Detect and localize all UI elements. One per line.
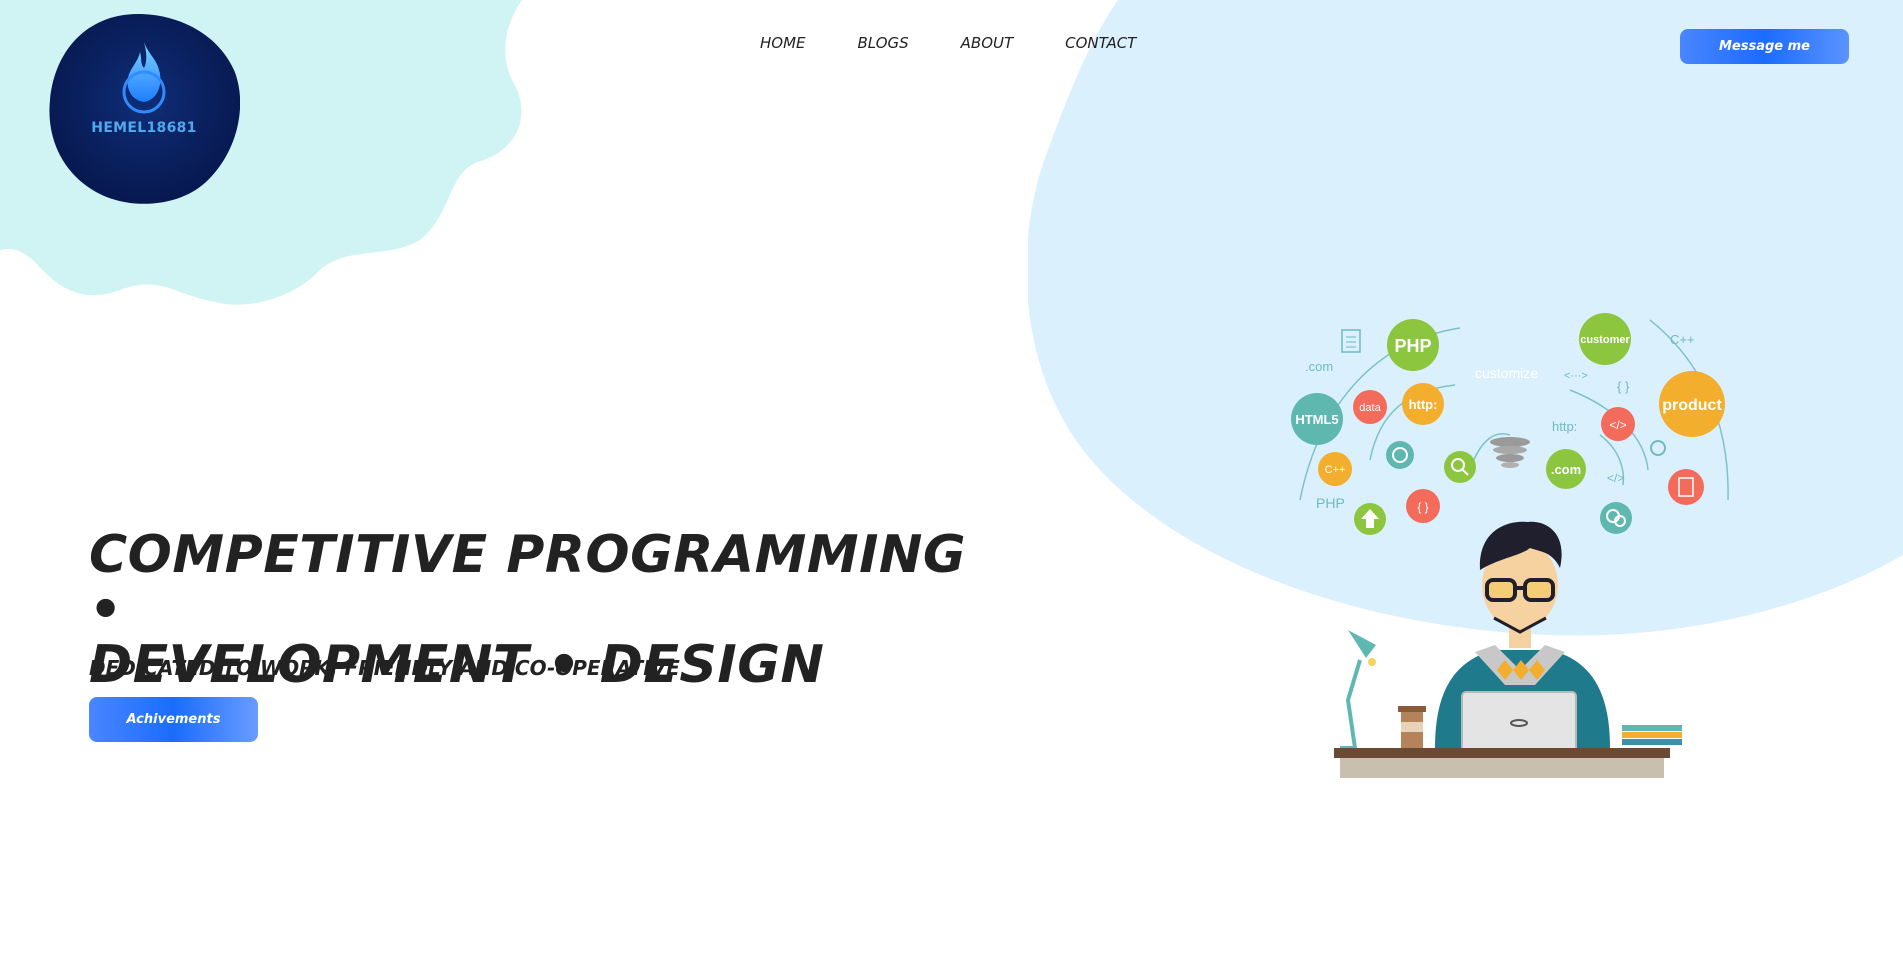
desk-front: [1340, 758, 1664, 778]
http-bubble-label: http:: [1409, 397, 1438, 412]
customer-bubble-label: customer: [1580, 334, 1630, 346]
developer-illustration: PHP customer C++ .com customize <···> { …: [1291, 313, 1729, 778]
http-text: http:: [1552, 419, 1577, 434]
cpp-bubble-label: C++: [1325, 464, 1346, 476]
coffee-cup-icon: [1398, 706, 1426, 748]
document-icon: [1341, 329, 1361, 353]
php-bubble-label: PHP: [1394, 336, 1431, 356]
php-text: PHP: [1316, 495, 1345, 511]
message-me-button[interactable]: Message me: [1680, 29, 1849, 64]
hero-title-line-1: COMPETITIVE PROGRAMMING •: [89, 525, 967, 640]
code-bubble-label: </>: [1609, 418, 1626, 432]
nav-about-link[interactable]: ABOUT: [961, 34, 1014, 52]
logo-text: HEMEL18681: [91, 120, 197, 136]
logo-blob: [49, 14, 241, 204]
magnifier-icon: [1650, 440, 1666, 456]
arrows-text: <···>: [1564, 370, 1588, 382]
desk-top: [1334, 748, 1670, 758]
product-bubble-label: product: [1662, 397, 1722, 414]
braces-right-text: { }: [1617, 379, 1630, 394]
nav-home-link[interactable]: HOME: [760, 34, 806, 52]
nav-contact-link[interactable]: CONTACT: [1065, 34, 1136, 52]
nav-blogs-link[interactable]: BLOGS: [858, 34, 909, 52]
books-icon: [1622, 725, 1682, 745]
dotcom-left-text: .com: [1305, 359, 1333, 374]
laptop-icon: [1461, 691, 1577, 755]
hero-subtitle: DEDICATED TO WORK, FRIENDLY AND CO-OPERA…: [89, 656, 680, 680]
developer-figure: [1334, 521, 1682, 778]
logo[interactable]: HEMEL18681: [48, 12, 241, 204]
dotcom-bubble-label: .com: [1551, 462, 1581, 477]
lightbulb-icon: [1490, 437, 1530, 468]
customize-text: customize: [1475, 365, 1538, 381]
main-nav: HOME BLOGS ABOUT CONTACT: [760, 34, 1136, 52]
document-bubble-icon: [1668, 469, 1704, 505]
code-text: </>: [1607, 471, 1624, 485]
html5-bubble-label: HTML5: [1295, 412, 1338, 427]
cpp-top-text: C++: [1670, 332, 1695, 347]
sweater-pattern: [1497, 660, 1545, 680]
circle-icon: [1386, 441, 1414, 469]
achievements-button[interactable]: Achivements: [89, 697, 258, 742]
lamp-icon: [1340, 630, 1376, 750]
data-bubble-label: data: [1359, 402, 1381, 414]
search-icon: [1444, 451, 1476, 483]
braces-bubble-label: { }: [1417, 500, 1428, 514]
